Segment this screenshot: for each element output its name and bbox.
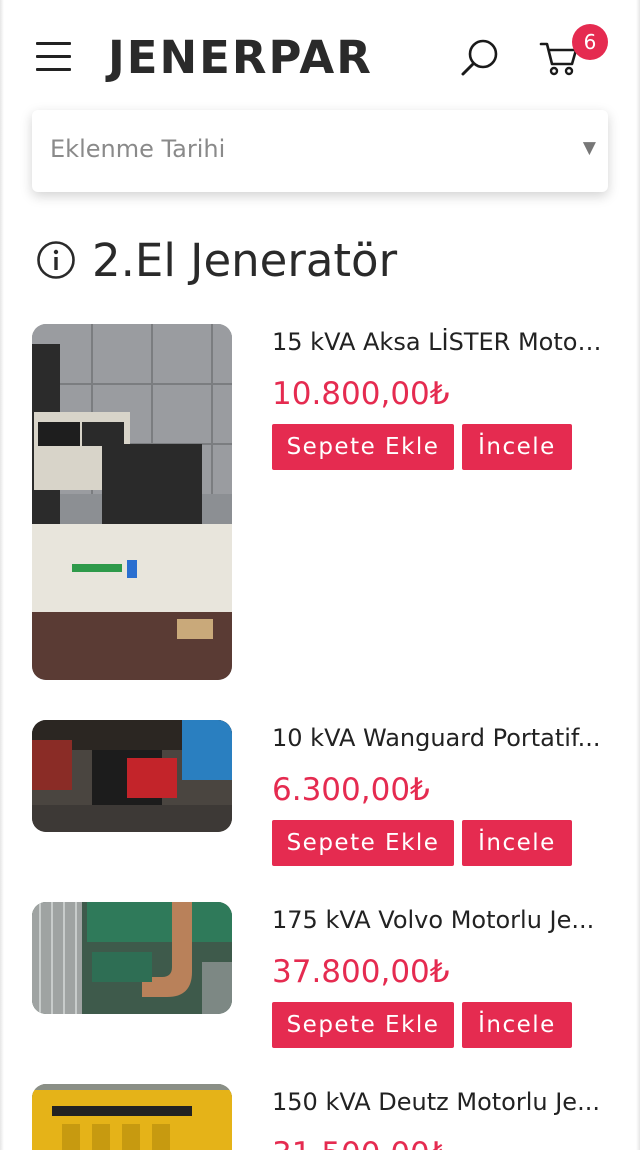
menu-line xyxy=(36,68,71,71)
page-title: 2.El Jeneratör xyxy=(92,233,398,287)
product-price: 10.800,00₺ xyxy=(272,376,450,412)
sort-selected-value: Eklenme Tarihi xyxy=(50,135,226,163)
product-card: 15 kVA Aksa LİSTER Motorl... 10.800,00₺ … xyxy=(32,324,608,680)
product-image[interactable] xyxy=(32,902,232,1014)
product-price: 37.800,00₺ xyxy=(272,954,450,990)
add-to-cart-button[interactable]: Sepete Ekle xyxy=(272,424,454,470)
page-edge-left xyxy=(0,0,4,1150)
product-name[interactable]: 10 kVA Wanguard Portatif... xyxy=(272,724,604,752)
chevron-down-icon: ▼ xyxy=(582,138,596,158)
info-icon xyxy=(37,241,75,279)
product-image[interactable] xyxy=(32,324,232,680)
product-card: 150 kVA Deutz Motorlu Je... 31.500,00₺ xyxy=(32,1084,608,1150)
add-to-cart-button[interactable]: Sepete Ekle xyxy=(272,1002,454,1048)
product-name[interactable]: 150 kVA Deutz Motorlu Je... xyxy=(272,1088,604,1116)
product-image[interactable] xyxy=(32,720,232,832)
top-header: JENERPAR 6 xyxy=(0,0,640,110)
view-product-button[interactable]: İncele xyxy=(462,424,572,470)
sort-dropdown[interactable]: Eklenme Tarihi ▼ xyxy=(32,110,608,192)
section-heading: 2.El Jeneratör xyxy=(36,232,397,288)
product-price: 31.500,00₺ xyxy=(272,1136,450,1150)
product-name[interactable]: 15 kVA Aksa LİSTER Motorl... xyxy=(272,328,604,356)
product-card: 10 kVA Wanguard Portatif... 6.300,00₺ Se… xyxy=(32,720,608,866)
view-product-button[interactable]: İncele xyxy=(462,820,572,866)
menu-line xyxy=(36,55,71,58)
product-card: 175 kVA Volvo Motorlu Je... 37.800,00₺ S… xyxy=(32,902,608,1048)
view-product-button[interactable]: İncele xyxy=(462,1002,572,1048)
page-edge-right xyxy=(636,0,640,1150)
add-to-cart-button[interactable]: Sepete Ekle xyxy=(272,820,454,866)
hamburger-menu-icon[interactable] xyxy=(36,42,72,72)
product-image[interactable] xyxy=(32,1084,232,1150)
product-name[interactable]: 175 kVA Volvo Motorlu Je... xyxy=(272,906,604,934)
cart-count-badge[interactable]: 6 xyxy=(572,24,608,60)
menu-line xyxy=(36,42,71,45)
product-price: 6.300,00₺ xyxy=(272,772,430,808)
site-logo[interactable]: JENERPAR xyxy=(108,30,373,86)
search-icon[interactable] xyxy=(458,36,502,80)
